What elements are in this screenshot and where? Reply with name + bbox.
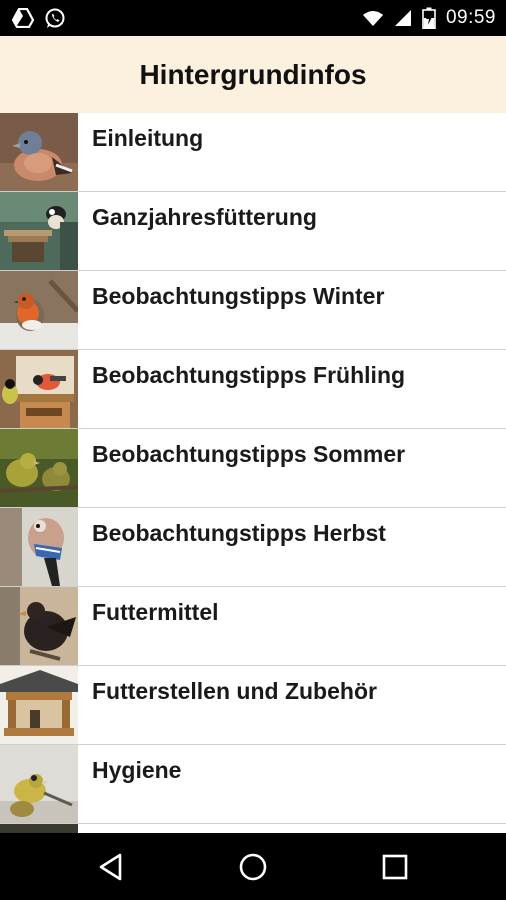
- robin-snow-photo: [0, 271, 78, 349]
- partial-photo: [0, 824, 78, 833]
- list-item-label: Beobachtungstipps Winter: [92, 283, 385, 309]
- list-item-label: Futtermittel: [92, 599, 219, 625]
- bullfinch-feeder-photo: [0, 350, 78, 428]
- tit-feeder-photo: [0, 192, 78, 270]
- whatsapp-icon: [44, 7, 66, 29]
- topic-list: Einleitung Ganzjahresfütterung Beobachtu…: [0, 113, 506, 833]
- recents-icon: [382, 854, 408, 879]
- home-icon: [239, 853, 267, 880]
- list-item-label: Beobachtungstipps Herbst: [92, 520, 386, 546]
- blackbird-photo: [0, 587, 78, 665]
- cell-signal-icon: [394, 9, 412, 27]
- status-bar: 09:59: [0, 0, 506, 36]
- recents-button[interactable]: [360, 837, 430, 897]
- status-time: 09:59: [445, 7, 496, 28]
- page-title: Hintergrundinfos: [139, 58, 367, 90]
- home-button[interactable]: [218, 837, 288, 897]
- back-button[interactable]: [76, 837, 146, 897]
- list-item-winter[interactable]: Beobachtungstipps Winter: [0, 271, 506, 350]
- app-bar: Hintergrundinfos: [0, 36, 506, 113]
- list-item-label: Ganzjahresfütterung: [92, 204, 317, 230]
- siskin-photo: [0, 745, 78, 823]
- list-item-label: Hygiene: [92, 757, 182, 783]
- list-item-einleitung[interactable]: Einleitung: [0, 113, 506, 192]
- list-item-fruehling[interactable]: Beobachtungstipps Frühling: [0, 350, 506, 429]
- list-item-ganzjahresfuetterung[interactable]: Ganzjahresfütterung: [0, 192, 506, 271]
- list-item-sommer[interactable]: Beobachtungstipps Sommer: [0, 429, 506, 508]
- wifi-icon: [362, 9, 384, 27]
- jay-photo: [0, 508, 78, 586]
- back-icon: [99, 853, 122, 880]
- list-item-herbst[interactable]: Beobachtungstipps Herbst: [0, 508, 506, 587]
- birdhouse-feeder-photo: [0, 666, 78, 744]
- list-item-futterstellen[interactable]: Futterstellen und Zubehör: [0, 666, 506, 745]
- list-item-label: Einleitung: [92, 125, 204, 151]
- list-item-futtermittel[interactable]: Futtermittel: [0, 587, 506, 666]
- battery-charging-icon: [422, 7, 436, 29]
- list-item-label: Futterstellen und Zubehör: [92, 678, 377, 704]
- system-nav-bar: [0, 833, 506, 900]
- list-item-label: Beobachtungstipps Frühling: [92, 362, 406, 388]
- list-item-label: Beobachtungstipps Sommer: [92, 441, 406, 467]
- drive-icon: [12, 8, 34, 28]
- greenfinch-photo: [0, 429, 78, 507]
- chaffinch-photo: [0, 113, 78, 191]
- list-item-partial[interactable]: [0, 824, 506, 833]
- list-item-hygiene[interactable]: Hygiene: [0, 745, 506, 824]
